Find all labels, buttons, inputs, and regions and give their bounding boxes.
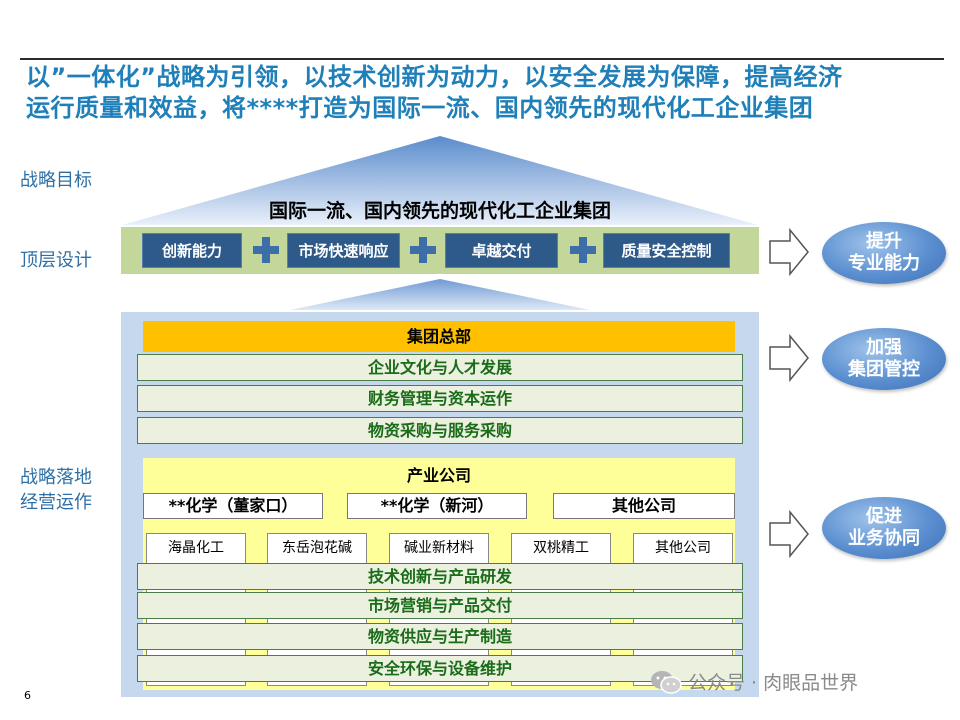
outcome-line-2: 专业能力 — [848, 253, 920, 274]
company-dongjiakou: **化学（董家口） — [143, 493, 323, 519]
watermark: 公众号 · 肉眼品世界 — [650, 668, 858, 695]
plus-icon — [410, 237, 436, 263]
industry-title: 产业公司 — [406, 466, 471, 485]
industry-function-manufacturing: 物资供应与生产制造 — [137, 623, 743, 650]
outcome-line-1: 提升 — [866, 231, 902, 252]
outcome-line-2: 业务协同 — [848, 528, 920, 549]
arrow-right-icon — [769, 509, 809, 559]
outcome-business-synergy: 促进 业务协同 — [822, 497, 946, 559]
subsidiary-jianye: 碱业新材料 — [404, 540, 474, 556]
outcome-line-2: 集团管控 — [848, 359, 920, 380]
arrow-right-icon — [769, 333, 809, 383]
industry-function-marketing: 市场营销与产品交付 — [137, 592, 743, 619]
company-xinhe: **化学（新河） — [347, 493, 527, 519]
outcome-line-1: 加强 — [866, 337, 902, 358]
industry-function-rd: 技术创新与产品研发 — [137, 563, 743, 590]
capability-market-response: 市场快速响应 — [287, 233, 400, 268]
wechat-icon — [651, 670, 682, 694]
outcome-professional-capability: 提升 专业能力 — [822, 222, 946, 284]
arrow-right-icon — [769, 227, 809, 277]
outcome-line-1: 促进 — [866, 506, 902, 527]
company-other: 其他公司 — [553, 493, 735, 519]
subsidiary-haijing: 海晶化工 — [168, 540, 224, 556]
headquarters-bar: 集团总部 — [143, 321, 735, 352]
hq-function-culture: 企业文化与人才发展 — [137, 354, 743, 381]
page-number: 6 — [24, 689, 31, 702]
plus-icon — [570, 237, 596, 263]
capability-delivery: 卓越交付 — [445, 233, 558, 268]
plus-icon — [253, 237, 279, 263]
subsidiary-other: 其他公司 — [655, 540, 711, 556]
subsidiary-shuangtao: 双桃精工 — [533, 540, 589, 556]
outcome-group-control: 加强 集团管控 — [822, 328, 946, 390]
hq-function-finance: 财务管理与资本运作 — [137, 385, 743, 412]
watermark-text: 公众号 · 肉眼品世界 — [688, 672, 859, 694]
capability-quality-safety: 质量安全控制 — [603, 233, 730, 268]
hq-function-procurement: 物资采购与服务采购 — [137, 417, 743, 444]
capability-innovation: 创新能力 — [142, 233, 242, 268]
subsidiary-dongyue: 东岳泡花碱 — [282, 540, 352, 556]
strategic-goal-text: 国际一流、国内领先的现代化工企业集团 — [268, 200, 611, 222]
